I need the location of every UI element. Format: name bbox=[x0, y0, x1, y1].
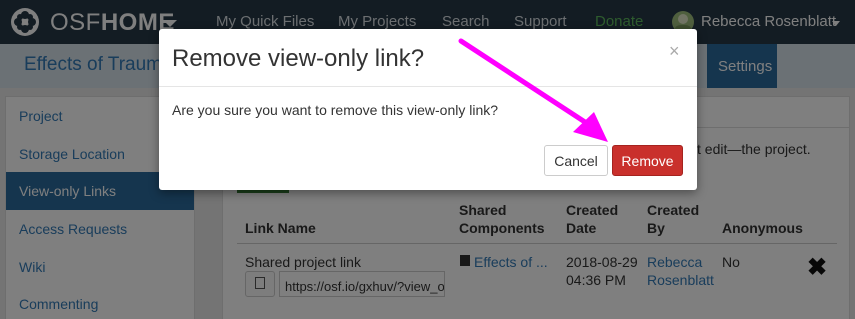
remove-link-dialog: Remove view-only link? × Are you sure yo… bbox=[159, 29, 697, 190]
dialog-title: Remove view-only link? bbox=[172, 45, 425, 72]
cancel-button[interactable]: Cancel bbox=[544, 145, 608, 176]
dialog-message: Are you sure you want to remove this vie… bbox=[172, 102, 499, 118]
close-icon[interactable]: × bbox=[669, 41, 680, 62]
dialog-header-divider bbox=[159, 86, 697, 87]
remove-button[interactable]: Remove bbox=[612, 145, 683, 176]
